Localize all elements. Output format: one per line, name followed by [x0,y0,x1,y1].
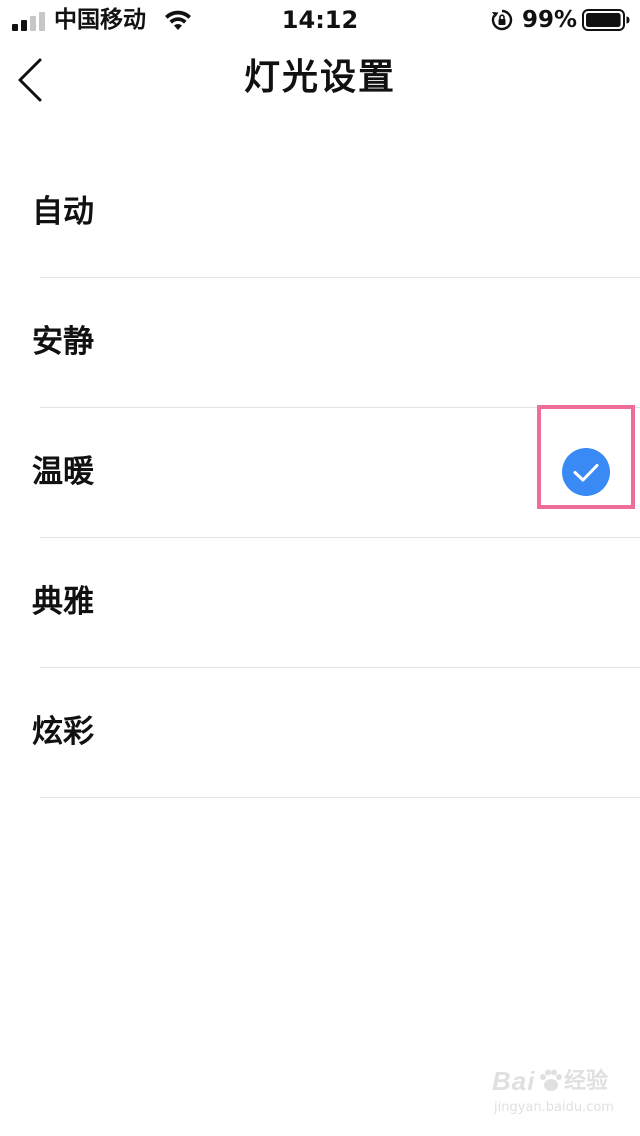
baidu-jingyan-watermark: Bai 经验 jingyan.baidu.com [488,1064,614,1122]
option-quiet[interactable]: 安静 [0,278,640,408]
option-label: 安静 [32,324,94,360]
checkmark-circle-icon [562,448,610,496]
watermark-name: 经验 [564,1069,609,1094]
status-bar: 中国移动 14:12 99% [0,0,640,40]
option-label: 典雅 [32,584,94,620]
option-label: 温暖 [32,454,94,490]
watermark-url: jingyan.baidu.com [494,1100,614,1115]
option-elegant[interactable]: 典雅 [0,538,640,668]
watermark-brand: Bai [492,1066,536,1096]
divider [40,797,640,798]
light-mode-list: 自动 安静 温暖 典雅 炫彩 [0,148,640,798]
paw-icon [540,1069,562,1091]
nav-bar: 灯光设置 [0,40,640,120]
option-label: 炫彩 [32,714,94,750]
page-title: 灯光设置 [243,57,396,98]
rotation-lock-icon [491,9,513,31]
option-auto[interactable]: 自动 [0,148,640,278]
option-label: 自动 [32,194,94,230]
option-warm[interactable]: 温暖 [0,405,640,538]
option-colorful[interactable]: 炫彩 [0,668,640,798]
battery-icon [582,9,630,31]
battery-percent: 99% [522,7,578,33]
